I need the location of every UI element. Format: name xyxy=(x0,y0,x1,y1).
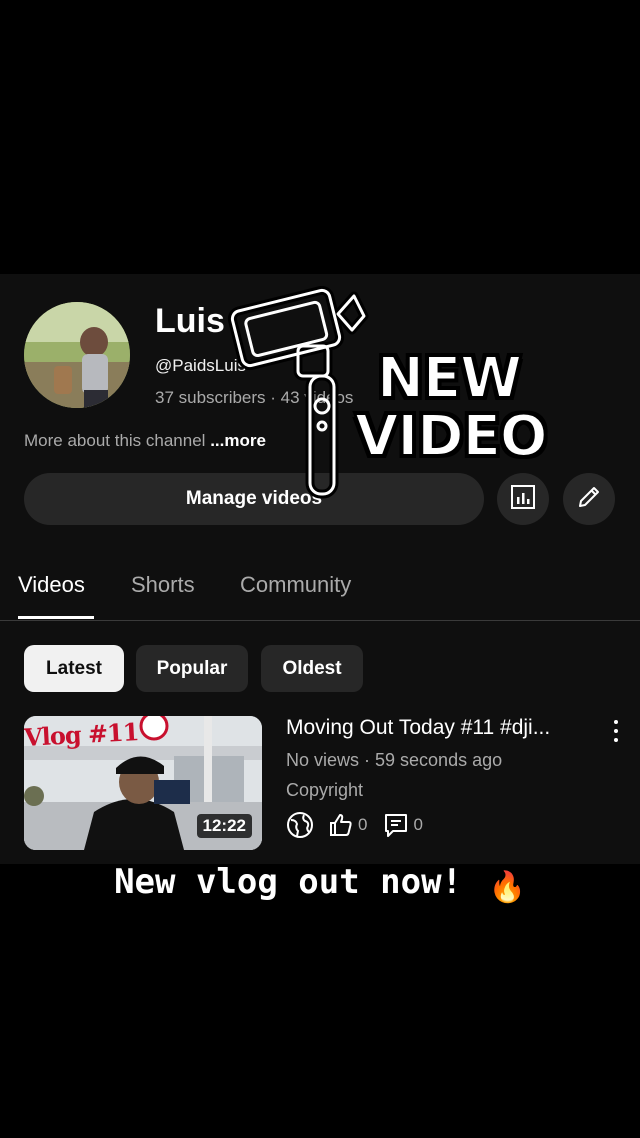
filter-latest-chip[interactable]: Latest xyxy=(24,645,124,692)
channel-name: Luis xyxy=(155,302,225,340)
video-engagement-row: 0 0 xyxy=(286,811,439,839)
caption-overlay: New vlog out now! 🔥 xyxy=(0,862,640,905)
like-count: 0 xyxy=(358,815,368,834)
filter-oldest-chip[interactable]: Oldest xyxy=(261,645,363,692)
thumbnail-text: Vlog #11 xyxy=(24,717,140,752)
about-text: More about this channel xyxy=(24,431,206,450)
channel-tabs: Videos Shorts Community xyxy=(0,560,640,621)
pencil-icon xyxy=(576,484,602,515)
video-meta: No views · 59 seconds ago xyxy=(286,750,503,770)
more-options-icon[interactable] xyxy=(606,718,626,744)
channel-avatar[interactable] xyxy=(24,302,130,408)
comment-count: 0 xyxy=(413,815,423,834)
globe-icon xyxy=(286,811,314,839)
video-visibility: Copyright xyxy=(286,780,364,800)
fire-emoji-icon: 🔥 xyxy=(488,870,526,905)
like-icon xyxy=(328,812,354,838)
sticker-line-1: NEW xyxy=(376,346,523,411)
new-video-sticker-text: NEW VIDEO xyxy=(354,346,549,469)
tab-community[interactable]: Community xyxy=(240,572,351,598)
active-tab-indicator xyxy=(18,616,94,619)
edit-channel-button[interactable] xyxy=(563,473,615,525)
video-duration: 12:22 xyxy=(196,814,252,838)
tab-videos[interactable]: Videos xyxy=(18,572,85,598)
filter-popular-chip[interactable]: Popular xyxy=(136,645,248,692)
video-title[interactable]: Moving Out Today #11 #dji... xyxy=(286,716,550,740)
comment-icon xyxy=(383,812,409,838)
video-thumbnail[interactable]: Vlog #11 12:22 xyxy=(24,716,262,850)
sticker-line-2: VIDEO xyxy=(354,404,549,469)
tab-shorts[interactable]: Shorts xyxy=(131,572,195,598)
caption-text: New vlog out now! xyxy=(114,862,463,902)
